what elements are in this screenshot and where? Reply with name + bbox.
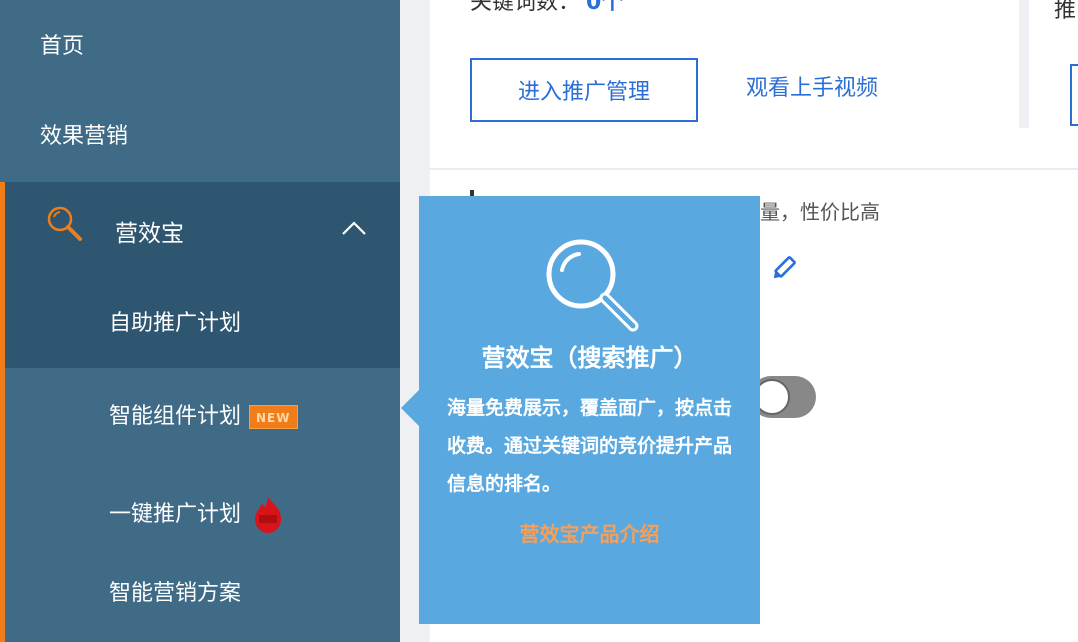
section-description: 量，性价比高 xyxy=(760,200,880,224)
product-intro-link[interactable]: 营效宝产品介绍 xyxy=(419,518,760,547)
overview-card: 关键词数： 0个 进入推广管理 观看上手视频 xyxy=(430,0,1029,128)
keyword-count-label: 关键词数： xyxy=(470,0,581,15)
sidebar-item-label: 智能营销方案 xyxy=(109,581,242,606)
sidebar-item-self-promotion[interactable]: 自助推广计划 xyxy=(109,309,241,339)
sidebar-item-home[interactable]: 首页 xyxy=(0,32,400,62)
tooltip-description: 海量免费展示，覆盖面广，按点击收费。通过关键词的竞价提升产品信息的排名。 xyxy=(447,397,733,495)
sidebar-item-label: 自助推广计划 xyxy=(109,311,242,336)
sidebar-group-yingxiaobao: 营效宝 自助推广计划 智能组件计划 NEW 一键推广计划 智能营销方案 xyxy=(0,182,400,642)
chevron-up-icon[interactable] xyxy=(340,218,368,238)
sidebar-item-smart-marketing[interactable]: 智能营销方案 xyxy=(109,579,241,609)
sidebar-item-label: 一键推广计划 xyxy=(109,502,242,527)
enter-promotion-management-button[interactable]: 进入推广管理 xyxy=(470,58,698,122)
sidebar-group-label: 营效宝 xyxy=(115,221,184,247)
sidebar-group-header[interactable]: 营效宝 xyxy=(5,182,400,282)
right-card-button-fragment[interactable] xyxy=(1070,64,1078,126)
product-tooltip: 营效宝（搜索推广） 海量免费展示，覆盖面广，按点击收费。通过关键词的竞价提升产品… xyxy=(401,196,760,624)
watch-tutorial-video-link[interactable]: 观看上手视频 xyxy=(746,74,878,104)
new-badge: NEW xyxy=(249,405,298,429)
tooltip-title: 营效宝（搜索推广） xyxy=(481,344,698,372)
sidebar-item-smart-component[interactable]: 智能组件计划 NEW xyxy=(109,402,298,432)
keyword-count-line: 关键词数： 0个 xyxy=(470,0,623,18)
search-icon xyxy=(47,206,82,241)
sidebar-item-one-click[interactable]: 一键推广计划 xyxy=(109,495,289,535)
card-divider xyxy=(1019,0,1029,128)
pencil-edit-icon[interactable] xyxy=(768,254,798,284)
right-card-fragment: 推 xyxy=(1054,0,1077,23)
hot-icon xyxy=(255,497,282,533)
keyword-count-value: 0个 xyxy=(586,0,624,15)
tooltip-arrow xyxy=(401,390,419,426)
sidebar-item-effect-marketing[interactable]: 效果营销 xyxy=(0,122,400,152)
sidebar-item-label: 首页 xyxy=(40,34,85,59)
search-icon xyxy=(546,239,639,332)
sidebar: 首页 效果营销 营效宝 自助推广计划 智能组件计划 NEW 一键推广计划 智能营… xyxy=(0,0,400,642)
sidebar-item-label: 智能组件计划 xyxy=(109,404,242,429)
section-divider xyxy=(430,168,1078,170)
sidebar-item-label: 效果营销 xyxy=(40,124,129,149)
